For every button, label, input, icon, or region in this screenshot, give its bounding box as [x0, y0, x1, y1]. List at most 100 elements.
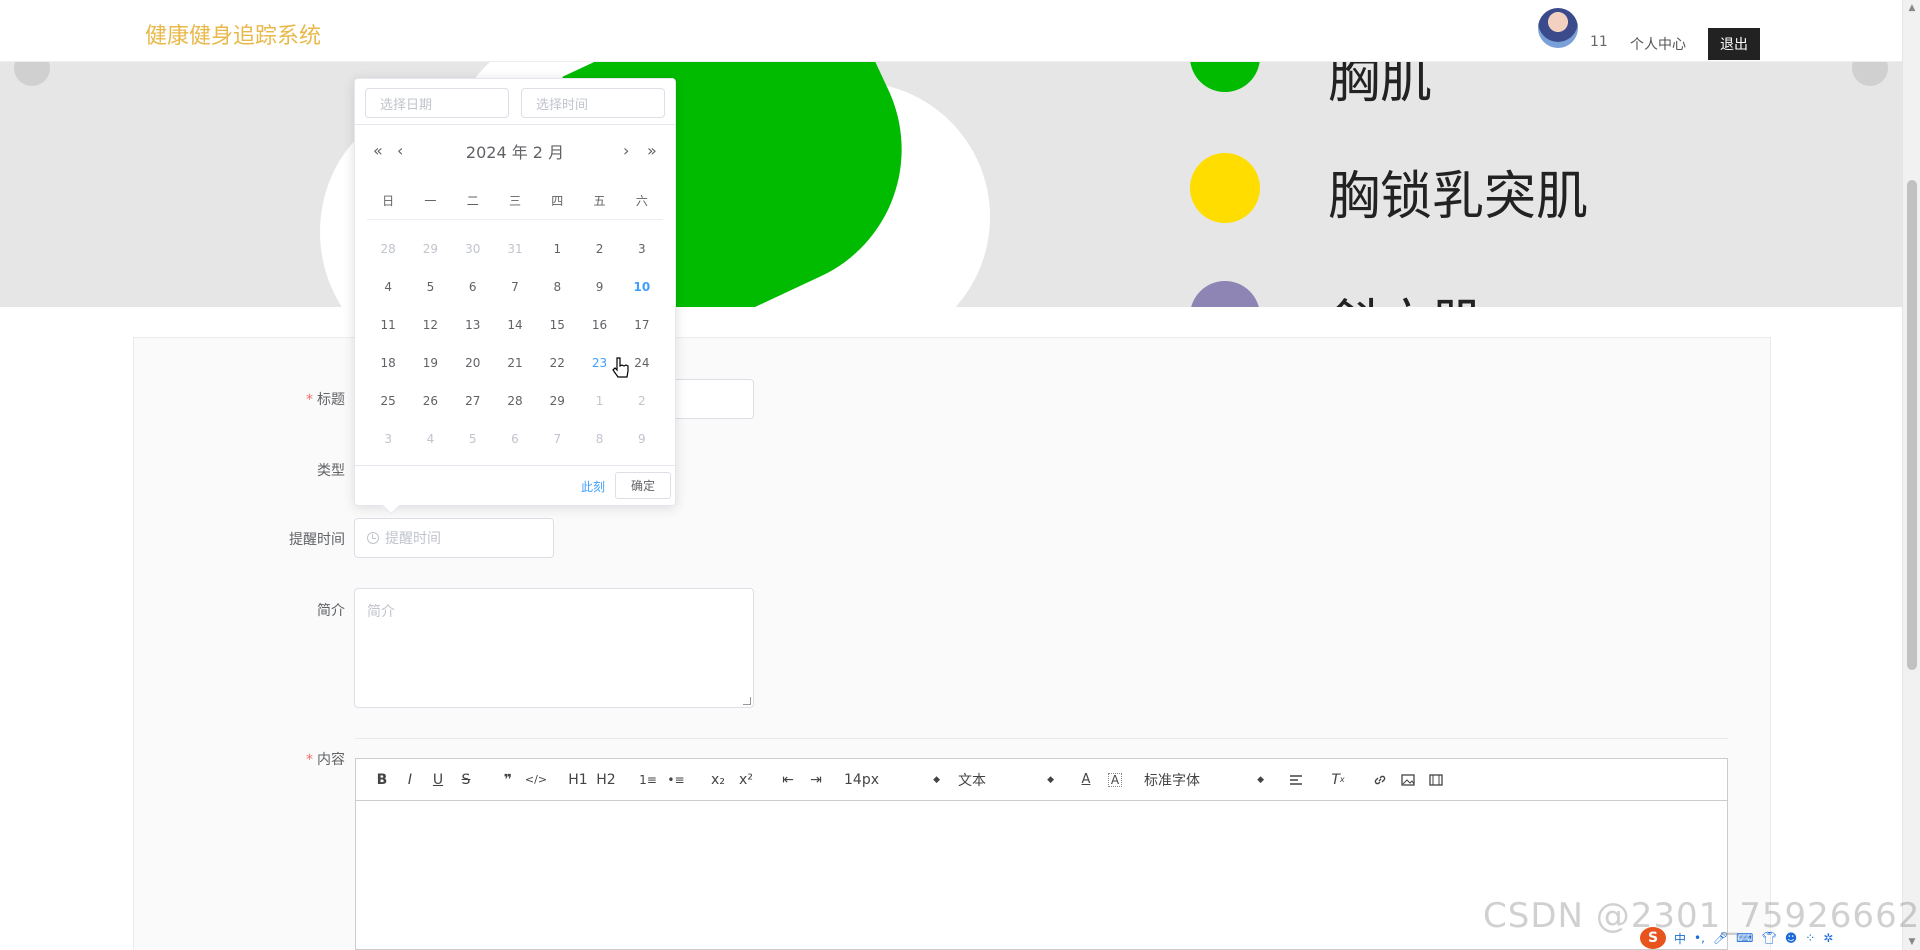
- calendar-day[interactable]: 15: [536, 306, 578, 344]
- calendar-day[interactable]: 25: [367, 382, 409, 420]
- calendar-day[interactable]: 14: [494, 306, 536, 344]
- calendar-day[interactable]: 10: [621, 268, 663, 306]
- calendar-day[interactable]: 13: [452, 306, 494, 344]
- assistant-icon[interactable]: ☻: [1785, 931, 1798, 945]
- calendar-day[interactable]: 30: [452, 230, 494, 268]
- remind-time-placeholder: 提醒时间: [385, 531, 441, 547]
- remind-time-input[interactable]: 提醒时间: [354, 518, 554, 558]
- calendar-day[interactable]: 1: [578, 382, 620, 420]
- weekday-label: 三: [508, 194, 521, 208]
- calendar-day[interactable]: 16: [578, 306, 620, 344]
- font-size-select[interactable]: 14px ◆: [844, 772, 940, 788]
- calendar-day[interactable]: 9: [621, 420, 663, 458]
- next-year-icon[interactable]: »: [647, 141, 657, 160]
- blockquote-button[interactable]: ❞: [494, 766, 522, 794]
- calendar-day[interactable]: 2: [621, 382, 663, 420]
- calendar-day[interactable]: 27: [452, 382, 494, 420]
- profile-link[interactable]: 个人中心: [1630, 34, 1686, 54]
- skin-icon[interactable]: 👕︎: [1761, 931, 1776, 945]
- punctuation-icon[interactable]: •,: [1694, 931, 1705, 945]
- header2-button[interactable]: H2: [592, 766, 620, 794]
- ime-mode-label[interactable]: 中: [1674, 930, 1686, 947]
- keyboard-icon[interactable]: ⌨: [1736, 931, 1753, 945]
- superscript-button[interactable]: x²: [732, 766, 760, 794]
- calendar-day[interactable]: 6: [494, 420, 536, 458]
- calendar-day[interactable]: 7: [536, 420, 578, 458]
- calendar-day[interactable]: 19: [409, 344, 451, 382]
- vertical-scrollbar[interactable]: ▲ ▼: [1902, 0, 1920, 950]
- outdent-button[interactable]: ⇤: [774, 766, 802, 794]
- font-color-icon[interactable]: A: [1072, 766, 1100, 794]
- logout-button[interactable]: 退出: [1708, 28, 1760, 60]
- font-family-select[interactable]: 标准字体 ◆: [1144, 770, 1264, 790]
- underline-button[interactable]: U: [424, 766, 452, 794]
- calendar-day[interactable]: 28: [367, 230, 409, 268]
- username: 11: [1590, 34, 1608, 50]
- calendar-day[interactable]: 8: [578, 420, 620, 458]
- legend-dot: [1190, 281, 1260, 307]
- calendar-day[interactable]: 7: [494, 268, 536, 306]
- date-input[interactable]: 选择日期: [365, 88, 509, 118]
- time-input[interactable]: 选择时间: [521, 88, 665, 118]
- calendar-day[interactable]: 9: [578, 268, 620, 306]
- align-icon[interactable]: [1282, 766, 1310, 794]
- calendar-day[interactable]: 4: [367, 268, 409, 306]
- calendar-day[interactable]: 29: [536, 382, 578, 420]
- microphone-icon[interactable]: 🎤︎: [1713, 931, 1728, 945]
- calendar-day[interactable]: 2: [578, 230, 620, 268]
- scrollbar-thumb[interactable]: [1907, 180, 1917, 670]
- settings-icon[interactable]: ✲: [1823, 931, 1833, 945]
- calendar-day[interactable]: 3: [367, 420, 409, 458]
- next-month-icon[interactable]: ›: [623, 141, 629, 160]
- calendar-day[interactable]: 22: [536, 344, 578, 382]
- carousel-next-button[interactable]: [1852, 62, 1888, 86]
- video-icon[interactable]: [1422, 766, 1450, 794]
- calendar-day[interactable]: 18: [367, 344, 409, 382]
- calendar-day[interactable]: 31: [494, 230, 536, 268]
- header1-button[interactable]: H1: [564, 766, 592, 794]
- sogou-logo-icon[interactable]: S: [1640, 927, 1666, 949]
- calendar-day[interactable]: 1: [536, 230, 578, 268]
- calendar-day[interactable]: 8: [536, 268, 578, 306]
- avatar[interactable]: [1538, 8, 1578, 48]
- calendar-day[interactable]: 17: [621, 306, 663, 344]
- confirm-button[interactable]: 确定: [615, 472, 671, 499]
- weekday-header: 日 一 二 三 四 五 六: [367, 192, 663, 220]
- now-button[interactable]: 此刻: [581, 478, 605, 495]
- calendar-day[interactable]: 5: [409, 268, 451, 306]
- calendar-day[interactable]: 29: [409, 230, 451, 268]
- calendar-day[interactable]: 3: [621, 230, 663, 268]
- italic-button[interactable]: I: [396, 766, 424, 794]
- divider: [355, 738, 1728, 739]
- calendar-day[interactable]: 5: [452, 420, 494, 458]
- calendar-day[interactable]: 28: [494, 382, 536, 420]
- calendar-day[interactable]: 11: [367, 306, 409, 344]
- apps-icon[interactable]: ⁘: [1805, 931, 1815, 945]
- code-block-button[interactable]: </>: [522, 766, 550, 794]
- strike-button[interactable]: S: [452, 766, 480, 794]
- clear-format-icon[interactable]: Tx: [1324, 766, 1352, 794]
- bold-button[interactable]: B: [368, 766, 396, 794]
- legend-label: 胸锁乳突肌: [1328, 167, 1589, 227]
- link-icon[interactable]: [1366, 766, 1394, 794]
- subscript-button[interactable]: x₂: [704, 766, 732, 794]
- background-color-icon[interactable]: A: [1108, 772, 1122, 787]
- calendar-day[interactable]: 12: [409, 306, 451, 344]
- ordered-list-button[interactable]: 1≡: [634, 766, 662, 794]
- calendar-day[interactable]: 20: [452, 344, 494, 382]
- calendar-day[interactable]: 4: [409, 420, 451, 458]
- scroll-down-icon[interactable]: ▼: [1907, 937, 1917, 947]
- bullet-list-button[interactable]: •≡: [662, 766, 690, 794]
- scroll-up-icon[interactable]: ▲: [1907, 3, 1917, 13]
- ime-toolbar: S 中 •, 🎤︎ ⌨ 👕︎ ☻ ⁘ ✲: [1640, 926, 1833, 950]
- image-icon[interactable]: [1394, 766, 1422, 794]
- intro-textarea[interactable]: 简介: [354, 588, 754, 708]
- carousel-prev-button[interactable]: [14, 62, 50, 86]
- resize-handle[interactable]: [743, 697, 751, 705]
- app-title[interactable]: 健康健身追踪系统: [145, 18, 321, 50]
- header-select[interactable]: 文本 ◆: [958, 770, 1054, 790]
- calendar-day[interactable]: 6: [452, 268, 494, 306]
- indent-button[interactable]: ⇥: [802, 766, 830, 794]
- calendar-day[interactable]: 21: [494, 344, 536, 382]
- calendar-day[interactable]: 26: [409, 382, 451, 420]
